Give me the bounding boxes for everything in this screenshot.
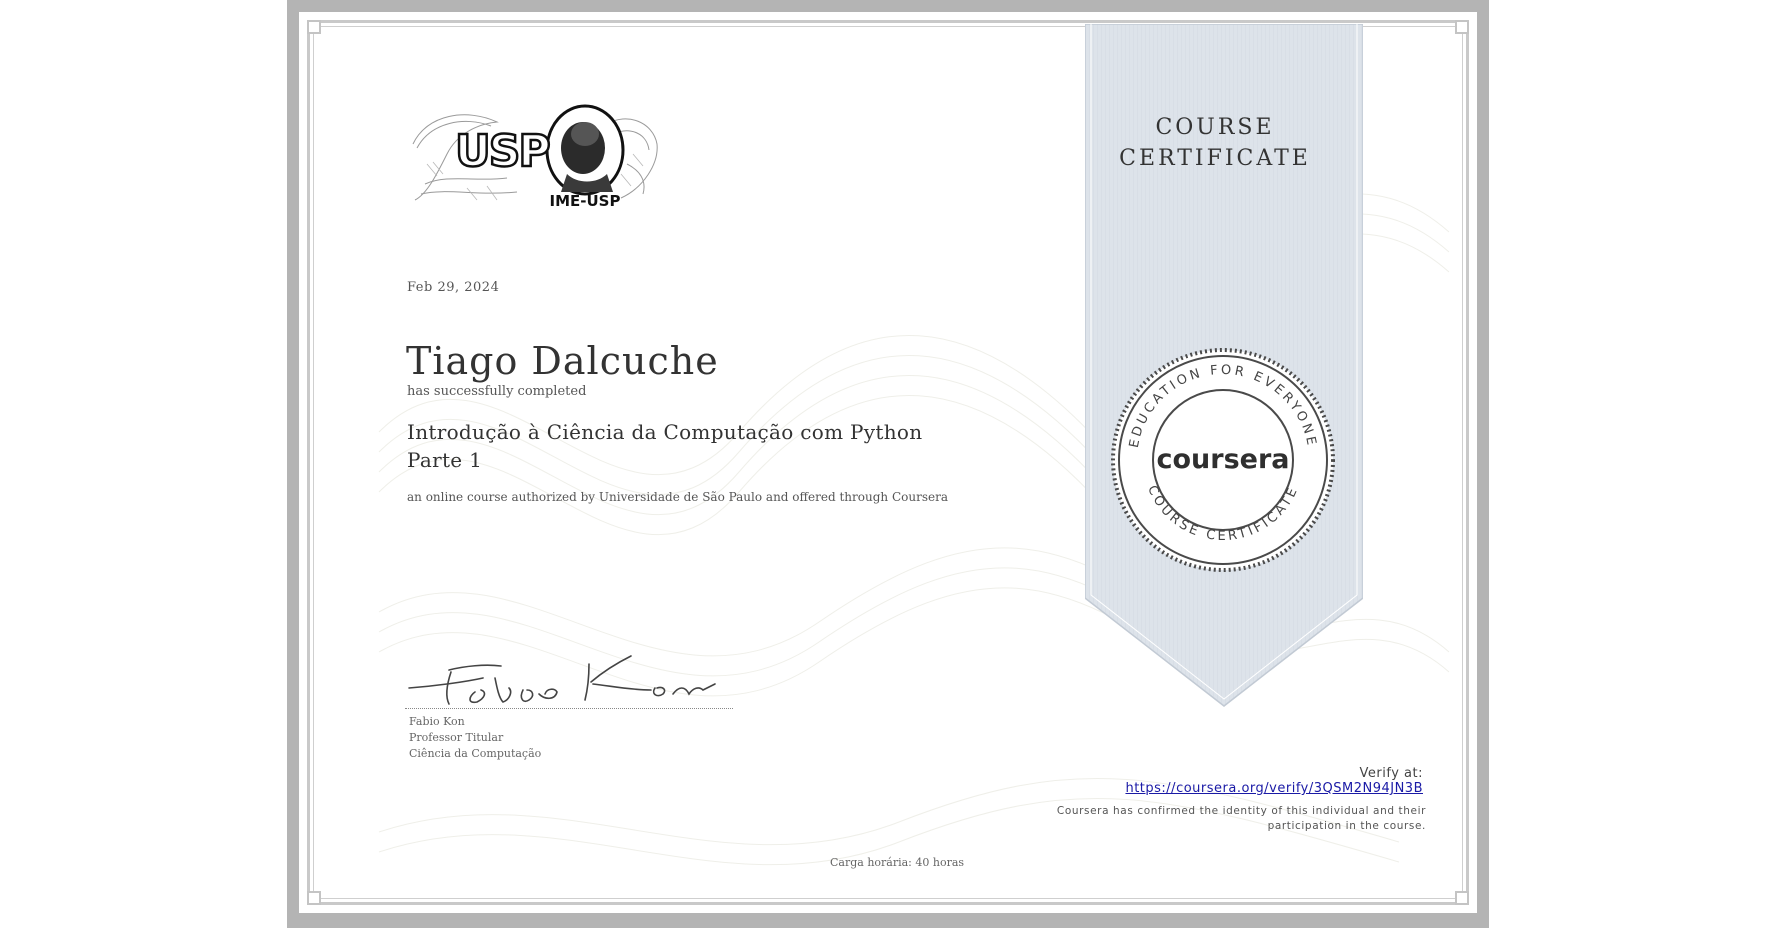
logo-usp-text: USP bbox=[455, 126, 549, 177]
recipient-name: Tiago Dalcuche bbox=[406, 339, 719, 384]
verify-label: Verify at: bbox=[1359, 766, 1423, 781]
course-title: Introdução à Ciência da Computação com P… bbox=[407, 418, 1007, 474]
verify-link[interactable]: https://coursera.org/verify/3QSM2N94JN3B bbox=[1125, 781, 1423, 796]
signer-department: Ciência da Computação bbox=[409, 747, 542, 760]
corner-ornament-br bbox=[1455, 891, 1469, 905]
signature-graphic bbox=[408, 655, 716, 705]
course-title-line1: Introdução à Ciência da Computação com P… bbox=[407, 420, 923, 444]
identity-confirmation-line2: participation in the course. bbox=[1267, 820, 1426, 832]
signer-title: Professor Titular bbox=[409, 731, 504, 744]
workload-text: Carga horária: 40 horas bbox=[830, 856, 965, 869]
signature-line bbox=[405, 708, 733, 709]
seal-brand: coursera bbox=[1156, 444, 1289, 475]
completed-text: has successfully completed bbox=[407, 384, 587, 399]
issue-date: Feb 29, 2024 bbox=[407, 280, 500, 295]
ribbon-title-line1: COURSE bbox=[1155, 115, 1275, 140]
corner-ornament-tl bbox=[307, 20, 321, 34]
corner-ornament-bl bbox=[307, 891, 321, 905]
ribbon-title: COURSE CERTIFICATE bbox=[1085, 112, 1345, 174]
signer-name: Fabio Kon bbox=[409, 715, 465, 728]
course-title-line2: Parte 1 bbox=[407, 448, 483, 472]
corner-ornament-tr bbox=[1455, 20, 1469, 34]
ribbon-title-line2: CERTIFICATE bbox=[1119, 146, 1311, 171]
coursera-seal: EDUCATION FOR EVERYONE COURSE CERTIFICAT… bbox=[1111, 348, 1335, 572]
logo-ime-text: IME-USP bbox=[550, 192, 621, 210]
ime-usp-logo-graphic: USP IME-USP bbox=[412, 104, 658, 210]
ime-usp-logo: USP IME-USP bbox=[407, 104, 663, 214]
authorization-text: an online course authorized by Universid… bbox=[407, 490, 948, 504]
signature-image bbox=[405, 648, 735, 710]
identity-confirmation-line1: Coursera has confirmed the identity of t… bbox=[1056, 805, 1426, 817]
